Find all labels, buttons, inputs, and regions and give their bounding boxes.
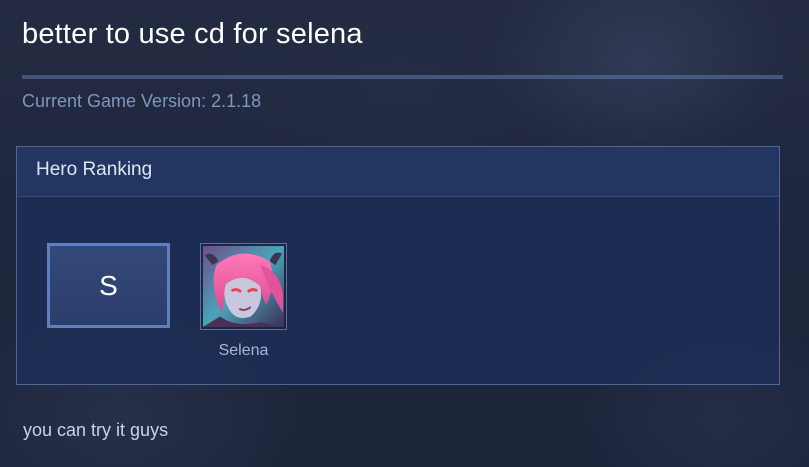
- hero-card-selena[interactable]: Selena: [200, 243, 287, 360]
- game-version-text: Current Game Version: 2.1.18: [22, 91, 262, 111]
- hero-ranking-header: Hero Ranking: [17, 147, 779, 197]
- hero-ranking-panel: Hero Ranking S Selena: [16, 146, 780, 385]
- post-title: better to use cd for selena: [22, 18, 363, 50]
- title-divider: [22, 75, 783, 79]
- post-footer-text: you can try it guys: [23, 420, 169, 440]
- selena-portrait-icon[interactable]: [200, 243, 287, 330]
- hero-ranking-title: Hero Ranking: [36, 158, 153, 180]
- tier-label: S: [99, 269, 118, 301]
- hero-name: Selena: [218, 342, 269, 359]
- tier-badge: S: [47, 243, 170, 328]
- post-content: better to use cd for selena Current Game…: [0, 0, 809, 467]
